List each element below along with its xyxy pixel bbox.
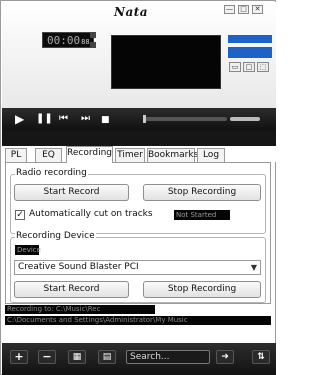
device-select[interactable]: Creative Sound Blaster PCI ▼ — [14, 260, 261, 275]
recording-device-label: Recording Device — [15, 231, 96, 241]
play-icon[interactable]: ▶ — [15, 112, 24, 126]
app-window: Nata — □ ✕ 00:0088 ▭ □ ⬚ ▶ ❚❚ ⏮ ⏭ ■ PL E… — [0, 0, 277, 375]
auto-cut-checkbox[interactable]: ✓ — [15, 210, 25, 220]
time-value: 00:00 — [47, 34, 81, 47]
output-path-line-1: Recording to: C:\Music\Rec — [5, 305, 155, 314]
tab-recording[interactable]: Recording — [66, 146, 113, 163]
auto-cut-label: Automatically cut on tracks — [28, 209, 154, 219]
tab-bookmarks[interactable]: Bookmarks — [147, 148, 198, 162]
volume-slider[interactable] — [230, 117, 260, 121]
tab-log[interactable]: Log — [197, 148, 225, 162]
pause-icon[interactable]: ❚❚ — [36, 112, 53, 126]
remove-button[interactable]: − — [38, 350, 56, 364]
side-button-2-icon[interactable]: □ — [243, 62, 255, 72]
bottom-toolbar: + − ▦ ▤ Search... ➜ ⇅ — [2, 343, 276, 375]
device-start-record-button[interactable]: Start Record — [14, 281, 129, 298]
device-select-value: Creative Sound Blaster PCI — [18, 262, 139, 272]
radio-stop-recording-button[interactable]: Stop Recording — [143, 184, 261, 201]
device-stop-recording-button[interactable]: Stop Recording — [143, 281, 261, 298]
radio-recording-label: Radio recording — [15, 168, 88, 178]
previous-icon[interactable]: ⏮ — [59, 112, 68, 126]
tab-bar: PL EQ Recording Timer Bookmarks Log — [1, 146, 277, 163]
seek-handle[interactable] — [143, 115, 146, 123]
chevron-down-icon[interactable]: ▼ — [251, 261, 257, 274]
sort-icon[interactable]: ⇅ — [252, 350, 270, 364]
time-display: 00:0088 — [42, 32, 94, 48]
side-button-3-icon[interactable]: ⬚ — [257, 62, 269, 72]
arrow-right-icon[interactable]: ➜ — [216, 350, 234, 364]
app-logo: Nata — [114, 5, 149, 19]
time-toggle-icon[interactable] — [90, 32, 96, 38]
side-button-1-icon[interactable]: ▭ — [229, 62, 241, 72]
output-path-line-2: C:\Documents and Settings\Administrator\… — [5, 316, 271, 325]
visualization-area — [111, 35, 221, 89]
radio-status-tag: Not Started — [174, 210, 230, 220]
close-button[interactable]: ✕ — [252, 5, 263, 14]
document-icon[interactable]: ▤ — [98, 350, 116, 364]
minimize-button[interactable]: — — [224, 5, 235, 14]
balance-bar-indicator — [228, 47, 272, 58]
device-small-tag: Device — [15, 245, 41, 255]
add-button[interactable]: + — [10, 350, 28, 364]
player-top: Nata — □ ✕ 00:0088 ▭ □ ⬚ — [2, 2, 276, 109]
volume-bar-indicator — [228, 35, 272, 43]
radio-recording-group — [10, 174, 266, 234]
recording-panel: Radio recording Start Record Stop Record… — [5, 162, 271, 304]
search-input[interactable]: Search... — [126, 350, 210, 364]
maximize-button[interactable]: □ — [238, 5, 249, 14]
transport-strip — [2, 130, 276, 146]
seek-bar[interactable] — [143, 117, 227, 121]
grid-icon[interactable]: ▦ — [68, 350, 86, 364]
time-suffix: 88 — [81, 38, 90, 46]
stop-icon[interactable]: ■ — [101, 113, 110, 127]
radio-start-record-button[interactable]: Start Record — [14, 184, 129, 201]
time-mode-icon[interactable] — [90, 42, 96, 48]
tab-timer[interactable]: Timer — [115, 148, 145, 162]
tab-eq[interactable]: EQ — [35, 148, 62, 162]
tab-pl[interactable]: PL — [5, 148, 27, 162]
next-icon[interactable]: ⏭ — [81, 112, 90, 126]
